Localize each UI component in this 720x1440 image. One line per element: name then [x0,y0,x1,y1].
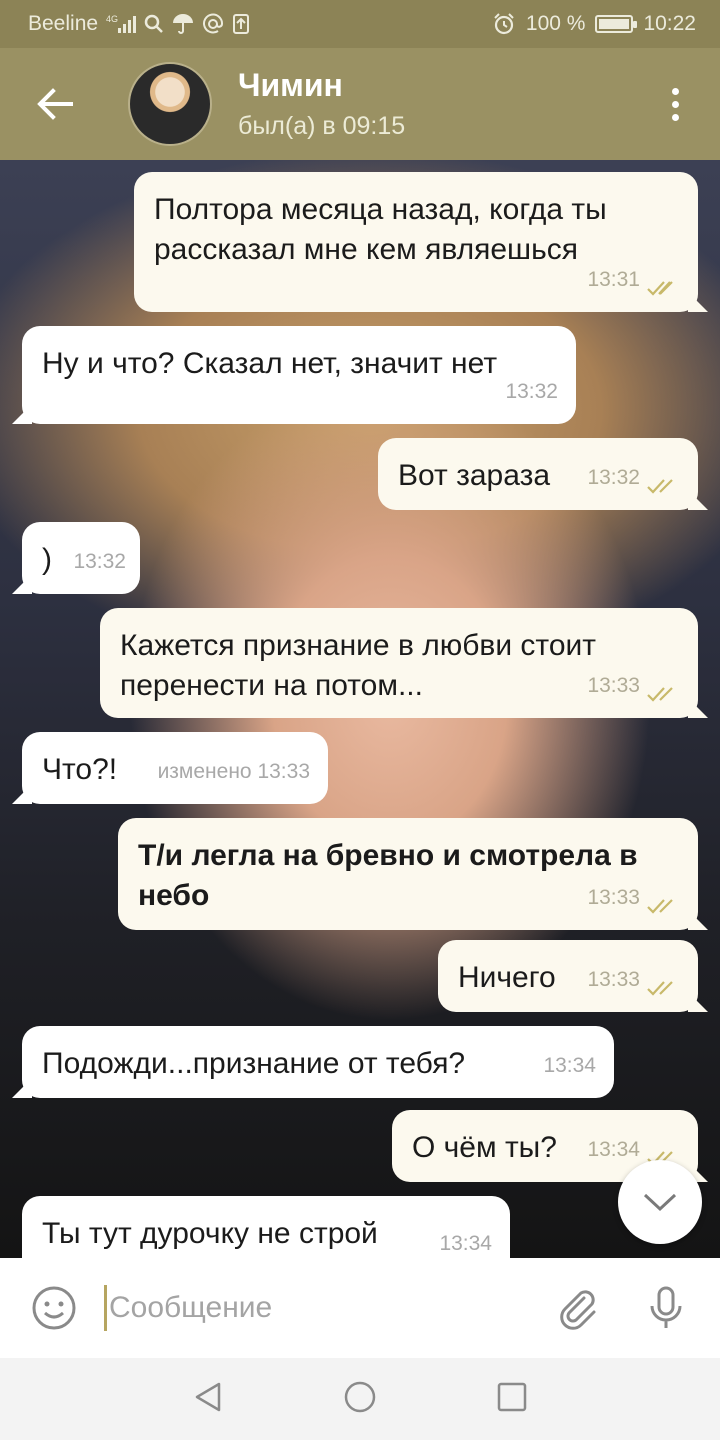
message-time: 13:32 [587,466,640,489]
double-check-icon [646,1141,680,1166]
message-input[interactable] [108,1291,554,1325]
message-bubble[interactable]: Вот зараза 13:32 [378,438,698,510]
message-text: ) [42,543,52,576]
battery-icon [595,15,638,33]
message-time: 13:31 [587,268,640,291]
message-time: 13:32 [73,550,126,573]
alarm-icon [492,12,516,36]
message-time: 13:34 [587,1138,640,1161]
nav-recents-icon[interactable] [495,1380,529,1419]
message-time: 13:33 [587,674,640,697]
message-time: 13:34 [543,1054,596,1077]
chat-name: Чимин [238,67,343,103]
message-text: Ну и что? Сказал нет, значит нет [42,347,498,380]
message-text: Ты тут дурочку не строй [42,1217,378,1250]
paperclip-icon[interactable] [554,1284,602,1332]
message-text: Кажется признание в любви стоит перенест… [120,629,597,702]
status-bar: Beeline 4G 100 % 10:22 [0,0,720,48]
message-bubble[interactable]: Ну и что? Сказал нет, значит нет 13:32 [22,326,576,424]
chat-title-block[interactable]: Чимин был(а) в 09:15 [238,65,405,143]
double-check-icon [646,889,680,914]
message-bubble[interactable]: Полтора месяца назад, когда ты рассказал… [134,172,698,312]
message-time: 13:34 [439,1232,492,1255]
at-icon [202,13,224,35]
more-vertical-icon [671,87,679,95]
message-text: Т/и легла на бревно и смотрела в небо [138,839,638,912]
last-seen-status: был(а) в 09:15 [238,112,406,140]
system-nav-bar [0,1358,720,1440]
message-bubble[interactable]: Что?! изменено 13:33 [22,732,328,804]
clock: 10:22 [643,12,696,35]
double-check-icon [646,677,680,702]
back-button[interactable] [0,48,110,160]
microphone-icon[interactable] [642,1284,690,1332]
message-text: Полтора месяца назад, когда ты рассказал… [154,193,607,266]
avatar[interactable] [128,62,212,146]
signal-icon: 4G [106,13,137,35]
nav-home-icon[interactable] [343,1380,377,1419]
double-check-icon [646,271,680,296]
nav-back-icon[interactable] [191,1380,225,1419]
search-icon [144,14,164,34]
message-text: О чём ты? [412,1131,557,1164]
arrow-left-icon [37,88,73,120]
more-menu-button[interactable] [630,48,720,160]
text-cursor [104,1285,107,1331]
message-bubble[interactable]: Ничего 13:33 [438,940,698,1012]
message-text: Вот зараза [398,459,551,492]
chat-header: Чимин был(а) в 09:15 [0,48,720,160]
emoji-icon[interactable] [30,1284,78,1332]
message-bubble[interactable]: ) 13:32 [22,522,140,594]
battery-fill [599,19,630,29]
message-time: изменено 13:33 [157,760,310,783]
message-bubble[interactable]: Кажется признание в любви стоит перенест… [100,608,698,718]
scroll-to-bottom-button[interactable] [618,1160,702,1244]
umbrella-icon [172,13,194,35]
message-text: Ничего [458,961,556,994]
message-composer [0,1258,720,1358]
carrier-label: Beeline [28,12,99,35]
double-check-icon [646,971,680,996]
message-time: 13:32 [505,380,558,403]
message-bubble[interactable]: Т/и легла на бревно и смотрела в небо 13… [118,818,698,930]
message-time: 13:33 [587,886,640,909]
message-text: Подожди...признание от тебя? [42,1047,466,1080]
chat-area[interactable]: Полтора месяца назад, когда ты рассказал… [0,160,720,1258]
network-label: 4G [106,14,118,24]
upload-icon [232,13,250,35]
message-text: Что?! [42,753,118,786]
double-check-icon [646,469,680,494]
chevron-down-icon [643,1193,677,1212]
message-bubble[interactable]: Ты тут дурочку не строй 13:34 [22,1196,510,1258]
battery-percent: 100 % [525,12,586,35]
message-bubble[interactable]: Подожди...признание от тебя? 13:34 [22,1026,614,1098]
message-time: 13:33 [587,968,640,991]
